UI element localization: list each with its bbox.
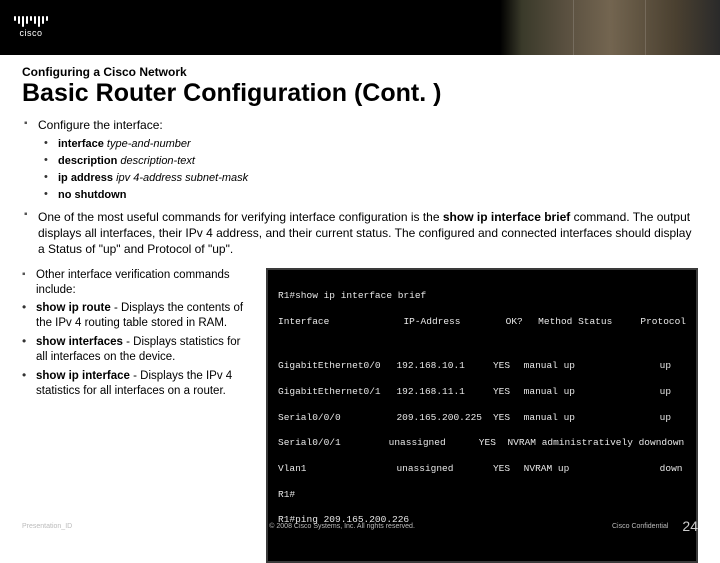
cli-data-row: Vlan1unassignedYESNVRAM updown	[278, 463, 686, 476]
cli-cell: down	[661, 437, 686, 450]
cli-col: Method Status	[538, 316, 640, 329]
cli-data-row: Serial0/0/1unassignedYESNVRAM administra…	[278, 437, 686, 450]
slide-content: Configuring a Cisco Network Basic Router…	[0, 55, 720, 563]
left-item-bold: show interfaces	[36, 336, 123, 348]
spacer	[278, 342, 686, 348]
cli-cell: 192.168.10.1	[396, 360, 493, 373]
cmd-row: interface type-and-number	[44, 138, 698, 150]
cmd-name: description	[58, 155, 117, 167]
left-item: show ip route - Displays the contents of…	[22, 301, 252, 331]
cli-col: Protocol	[640, 316, 686, 329]
bullet-list-1: Configure the interface:	[24, 118, 698, 132]
cli-cell: NVRAM administratively down	[507, 437, 661, 450]
left-item-bold: show ip route	[36, 302, 111, 314]
cli-cell: Serial0/0/1	[278, 437, 389, 450]
footer-right: Cisco Confidential	[612, 523, 668, 530]
cmd-name: no shutdown	[58, 189, 126, 201]
cli-cell: Vlan1	[278, 463, 396, 476]
cli-cell: GigabitEthernet0/0	[278, 360, 396, 373]
para1-pre: One of the most useful commands for veri…	[38, 210, 443, 224]
cli-prompt: R1#show ip interface brief	[278, 290, 686, 303]
command-list: interface type-and-number description de…	[44, 138, 698, 201]
cli-cell: up	[660, 360, 686, 373]
cli-data-row: GigabitEthernet0/1192.168.11.1YESmanual …	[278, 386, 686, 399]
cmd-row: no shutdown	[44, 189, 698, 201]
cli-header-row: InterfaceIP-AddressOK?Method StatusProto…	[278, 316, 686, 329]
cli-cell: manual up	[524, 386, 660, 399]
cmd-arg: type-and-number	[107, 138, 191, 150]
cli-cell: up	[660, 386, 686, 399]
footer-left: Presentation_ID	[22, 523, 72, 530]
page-number: 24	[682, 518, 698, 534]
cmd-row: description description-text	[44, 155, 698, 167]
cli-cell: down	[660, 463, 686, 476]
cli-cell: YES	[493, 412, 524, 425]
slide-title: Basic Router Configuration (Cont. )	[22, 79, 698, 108]
left-intro: Other interface verification commands in…	[22, 268, 252, 298]
cli-cell: NVRAM up	[524, 463, 660, 476]
para1-bold: show ip interface brief	[443, 210, 570, 224]
cmd-arg: description-text	[120, 155, 195, 167]
cisco-bars-icon	[14, 16, 48, 27]
cli-cell: YES	[493, 386, 524, 399]
cmd-row: ip address ipv 4-address subnet-mask	[44, 172, 698, 184]
left-item: show ip interface - Displays the IPv 4 s…	[22, 369, 252, 399]
cli-col: Interface	[278, 316, 403, 329]
cli-prompt: R1#	[278, 489, 686, 502]
slide-footer: Presentation_ID © 2008 Cisco Systems, In…	[0, 518, 720, 534]
cli-cell: YES	[493, 360, 524, 373]
cli-cell: Serial0/0/0	[278, 412, 396, 425]
cli-col: IP-Address	[403, 316, 505, 329]
section1-heading: Configure the interface:	[24, 118, 698, 132]
paragraph-1: One of the most useful commands for veri…	[24, 209, 698, 258]
cli-cell: YES	[479, 437, 508, 450]
cli-data-row: GigabitEthernet0/0192.168.10.1YESmanual …	[278, 360, 686, 373]
cli-cell: unassigned	[396, 463, 493, 476]
cli-cell: 192.168.11.1	[396, 386, 493, 399]
cmd-name: interface	[58, 138, 104, 150]
cli-cell: 209.165.200.225	[396, 412, 493, 425]
footer-copyright: © 2008 Cisco Systems, Inc. All rights re…	[72, 523, 612, 530]
cmd-name: ip address	[58, 172, 113, 184]
cli-cell: up	[660, 412, 686, 425]
header-banner: cisco	[0, 0, 720, 55]
logo-text: cisco	[14, 29, 48, 39]
left-item: show interfaces - Displays statistics fo…	[22, 335, 252, 365]
slide-super-title: Configuring a Cisco Network	[22, 65, 698, 79]
cmd-arg: ipv 4-address subnet-mask	[116, 172, 248, 184]
header-photo	[500, 0, 720, 55]
cli-cell: GigabitEthernet0/1	[278, 386, 396, 399]
cli-cell: unassigned	[389, 437, 479, 450]
cli-cell: YES	[493, 463, 524, 476]
cli-data-row: Serial0/0/0209.165.200.225YESmanual upup	[278, 412, 686, 425]
cli-col: OK?	[506, 316, 539, 329]
cli-cell: manual up	[524, 360, 660, 373]
cisco-logo: cisco	[14, 16, 48, 39]
bullet-list-2: One of the most useful commands for veri…	[24, 209, 698, 258]
left-item-bold: show ip interface	[36, 370, 130, 382]
cli-cell: manual up	[524, 412, 660, 425]
